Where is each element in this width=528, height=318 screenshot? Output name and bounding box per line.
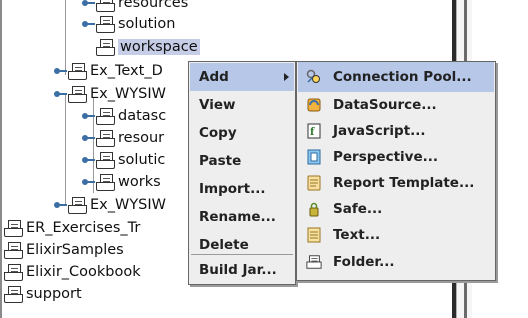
tree-item[interactable]: ER_Exercises_Tr <box>4 217 140 239</box>
folder-icon <box>96 130 115 147</box>
menu-item-label: Copy <box>199 125 237 141</box>
menu-item-build-jar[interactable]: Build Jar... <box>190 255 294 285</box>
tree-item-label: support <box>26 286 82 302</box>
tree-item-label: datasc <box>118 108 167 124</box>
tree-item[interactable]: Elixir_Cookbook <box>4 261 141 283</box>
tree-item-label: resources <box>118 0 189 11</box>
menu-item-label: Add <box>199 69 229 85</box>
submenu-item-label: Safe... <box>333 201 383 217</box>
folder-icon <box>4 286 23 303</box>
tree-item[interactable]: solutic <box>82 149 165 171</box>
tree-item-label: ElixirSamples <box>26 242 124 258</box>
tree-item-label: resour <box>118 130 165 146</box>
tree-item-label: Ex_WYSIW <box>90 86 167 102</box>
tree-item[interactable]: resour <box>82 127 164 149</box>
menu-item-label: Delete <box>199 237 249 253</box>
tree-item-label: workspace <box>118 39 200 55</box>
submenu-item-datasource[interactable]: DataSource... <box>298 92 494 118</box>
folder-icon <box>96 16 115 33</box>
tree-collapsed-handle-icon[interactable] <box>82 133 95 143</box>
report-template-icon <box>306 175 322 191</box>
submenu-item-safe[interactable]: Safe... <box>298 196 494 222</box>
tree-collapsed-handle-icon[interactable] <box>82 177 95 187</box>
tree-item[interactable]: works <box>82 171 161 193</box>
folder-icon <box>96 152 115 169</box>
text-icon <box>306 227 322 243</box>
menu-item-paste[interactable]: Paste <box>190 147 294 175</box>
tree-item-label: solution <box>118 16 176 32</box>
datasource-icon <box>306 97 322 113</box>
tree-item[interactable]: workspace <box>82 36 200 58</box>
folder-icon <box>4 264 23 281</box>
tree-item-label: Ex_WYSIW <box>90 197 167 213</box>
tree-item-label: works <box>118 174 161 190</box>
menu-item-import[interactable]: Import... <box>190 175 294 203</box>
folder-icon <box>4 242 23 259</box>
folder-icon <box>96 0 115 12</box>
tree-item-label: ER_Exercises_Tr <box>26 220 141 236</box>
folder-icon <box>96 108 115 125</box>
menu-item-label: View <box>199 97 236 113</box>
submenu-item-label: Folder... <box>333 254 395 270</box>
tree-collapsed-handle-icon[interactable] <box>82 0 95 8</box>
menu-item-label: Paste <box>199 153 242 169</box>
menu-item-label: Build Jar... <box>199 262 277 278</box>
submenu-item-label: Connection Pool... <box>333 69 472 85</box>
tree-item-label: Ex_Text_D <box>90 63 163 79</box>
menu-item-label: Import... <box>199 181 266 197</box>
submenu-item-text[interactable]: Text... <box>298 222 494 248</box>
tree-connector-line <box>65 95 66 205</box>
safe-icon <box>306 201 322 217</box>
submenu-item-label: DataSource... <box>333 97 437 113</box>
folder-icon <box>68 63 87 80</box>
folder-icon <box>68 197 87 214</box>
submenu-item-label: JavaScript... <box>333 123 426 139</box>
submenu-item-label: Report Template... <box>333 175 475 191</box>
tree-collapsed-handle-icon[interactable] <box>54 200 67 210</box>
tree-collapsed-handle-icon[interactable] <box>82 111 95 121</box>
perspective-icon <box>306 149 322 165</box>
menu-item-view[interactable]: View <box>190 91 294 119</box>
tree-expanded-handle-icon[interactable] <box>54 89 67 99</box>
submenu-item-folder[interactable]: Folder... <box>298 249 494 275</box>
menu-item-label: Rename... <box>199 209 276 225</box>
javascript-icon: f <box>306 123 322 139</box>
tree-item[interactable]: solution <box>82 13 175 35</box>
menu-item-add[interactable]: Add <box>190 63 294 91</box>
folder-icon <box>68 86 87 103</box>
submenu-arrow-icon <box>284 73 289 81</box>
svg-text:f: f <box>310 127 315 138</box>
tree-item[interactable]: resources <box>82 0 188 14</box>
tree-collapsed-handle-icon[interactable] <box>54 66 67 76</box>
context-menu: Add View Copy Paste Import... Rename... Delete… <box>188 61 296 285</box>
tree-item-label: Elixir_Cookbook <box>26 264 141 280</box>
menu-item-copy[interactable]: Copy <box>190 119 294 147</box>
menu-item-rename[interactable]: Rename... <box>190 203 294 231</box>
tree-item-label: solutic <box>118 152 166 168</box>
submenu-item-javascript[interactable]: f JavaScript... <box>298 118 494 144</box>
folder-icon <box>306 254 322 270</box>
submenu-item-connection-pool[interactable]: Connection Pool... <box>298 62 494 92</box>
tree-item[interactable]: ElixirSamples <box>4 239 124 261</box>
tree-item[interactable]: support <box>4 283 82 305</box>
add-submenu: Connection Pool... DataSource... f JavaScri… <box>296 61 496 281</box>
tree-item[interactable]: Ex_Text_D <box>54 60 163 82</box>
tree-item[interactable]: datasc <box>82 105 166 127</box>
tree-collapsed-handle-icon[interactable] <box>82 155 95 165</box>
submenu-item-report-template[interactable]: Report Template... <box>298 170 494 196</box>
folder-icon <box>96 39 115 56</box>
submenu-item-perspective[interactable]: Perspective... <box>298 144 494 170</box>
tree-item[interactable]: Ex_WYSIW <box>54 194 166 216</box>
application-window: resources solution workspace Ex_Text_D Ex_WY… <box>0 0 528 318</box>
folder-icon <box>96 174 115 191</box>
folder-icon <box>4 220 23 237</box>
connection-pool-icon <box>306 69 322 85</box>
submenu-item-label: Text... <box>333 227 381 243</box>
tree-collapsed-handle-icon[interactable] <box>82 19 95 29</box>
tree-item[interactable]: Ex_WYSIW <box>54 83 166 105</box>
submenu-item-label: Perspective... <box>333 149 438 165</box>
